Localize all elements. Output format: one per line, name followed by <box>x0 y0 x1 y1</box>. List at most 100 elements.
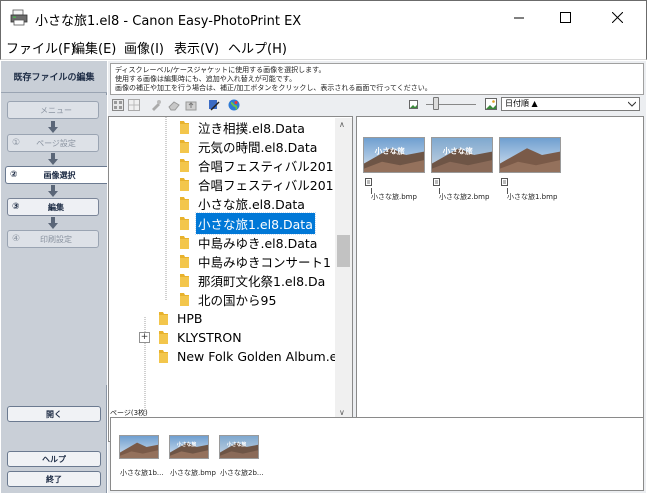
close-icon <box>611 12 623 23</box>
tool-icon[interactable] <box>150 99 162 111</box>
workflow-steps: メニュー ① ページ設定 ② 画像選択 ③ 編集 ④ 印刷設定 <box>1 95 107 385</box>
image-thumbnail[interactable] <box>499 137 561 173</box>
svg-text:小さな旅: 小さな旅 <box>443 145 473 155</box>
step-number: ② <box>10 170 18 180</box>
tree-item[interactable]: 中島みゆき.el8.Data <box>179 233 319 252</box>
tree-item[interactable]: 那須町文化祭1.el8.Da <box>179 271 327 290</box>
folder-icon <box>180 197 189 211</box>
folder-icon <box>180 254 189 268</box>
expand-icon[interactable]: + <box>139 332 150 344</box>
tree-item[interactable]: 元気の時間.el8.Data <box>179 137 319 156</box>
globe-icon[interactable] <box>228 99 240 111</box>
window-title: 小さな旅1.el8 - Canon Easy-PhotoPrint EX <box>35 14 302 29</box>
exit-button[interactable]: 終了 <box>7 471 101 487</box>
sort-order-select[interactable]: 日付順 ▲ <box>501 97 640 111</box>
tree-item[interactable]: 合唱フェスティバル201 <box>179 156 336 175</box>
step-label: ページ設定 <box>36 138 76 148</box>
scroll-up-icon[interactable]: ∧ <box>339 120 345 129</box>
image-thumbnail[interactable]: 小さな旅 <box>363 137 425 173</box>
chevron-down-icon <box>628 101 636 107</box>
tree-item[interactable]: 小さな旅1.el8.Data <box>179 211 316 235</box>
tree-item-label: 小さな旅.el8.Data <box>198 197 305 213</box>
menu-view[interactable]: 表示(V) <box>174 38 219 57</box>
zoom-slider-thumb[interactable] <box>433 97 439 110</box>
tree-item[interactable]: New Folk Golden Album.el <box>158 347 343 366</box>
maximize-icon <box>559 12 571 23</box>
instruction-line: 使用する画像は編集時にも、追加や入れ替えが可能です。 <box>115 75 297 83</box>
page-thumbnail[interactable] <box>119 435 159 459</box>
folder-tree: 泣き相撲.el8.Data 元気の時間.el8.Data 合唱フェスティバル201 合… <box>108 116 353 442</box>
tree-item[interactable]: 小さな旅.el8.Data <box>179 194 307 213</box>
folder-icon <box>180 178 189 192</box>
small-image-icon <box>409 100 418 109</box>
tree-item-label: 合唱フェスティバル201 <box>198 159 334 175</box>
open-button[interactable]: 開く <box>7 406 101 422</box>
title-bar: 小さな旅1.el8 - Canon Easy-PhotoPrint EX <box>0 0 647 34</box>
instructions-box: ディスクレーベル/ケースジャケットに使用する画像を選択します。 使用する画像は編… <box>110 63 644 95</box>
help-button[interactable]: ヘルプ <box>7 451 101 467</box>
thumbnail-label: 小さな旅2.bmp <box>439 193 490 201</box>
view-details-icon[interactable] <box>112 99 124 111</box>
sidebar-header: 既存ファイルの編集 <box>1 61 107 93</box>
tree-item[interactable]: 中島みゆきコンサート1 <box>179 252 333 271</box>
step-menu-button[interactable]: メニュー <box>7 101 99 119</box>
page-thumbnail[interactable]: 小さな旅 <box>219 435 259 459</box>
image-info-icon <box>433 178 440 186</box>
media-icon[interactable] <box>208 99 220 111</box>
step-number: ③ <box>12 202 20 212</box>
arrow-down-icon <box>48 185 58 197</box>
minimize-icon <box>513 17 524 19</box>
close-button[interactable] <box>588 1 646 34</box>
instruction-line: 画像の補正や加工を行う場合は、補正/加工ボタンをクリックし、表示される画面で行っ… <box>115 84 432 92</box>
sort-order-value: 日付順 ▲ <box>505 99 538 108</box>
step-image-select-button[interactable]: ② 画像選択 <box>5 166 107 184</box>
menu-file[interactable]: ファイル(F) <box>6 38 76 57</box>
image-thumbnail[interactable]: 小さな旅 <box>431 137 493 173</box>
page-thumbnail[interactable]: 小さな旅 <box>169 435 209 459</box>
image-info-icon <box>365 178 372 186</box>
menu-image[interactable]: 画像(I) <box>124 38 164 57</box>
maximize-button[interactable] <box>542 1 588 34</box>
tree-item[interactable]: 泣き相撲.el8.Data <box>179 118 307 137</box>
eraser-icon[interactable] <box>168 99 180 111</box>
folder-icon <box>159 331 168 345</box>
tree-item-label: 小さな旅1.el8.Data <box>195 211 316 235</box>
folder-icon <box>180 140 189 154</box>
tree-item-label: 中島みゆき.el8.Data <box>198 235 318 251</box>
folder-icon <box>180 216 189 230</box>
step-label: 画像選択 <box>43 170 76 180</box>
tree-item[interactable]: 合唱フェスティバル201 <box>179 175 336 194</box>
minimize-button[interactable] <box>496 1 542 34</box>
tree-item-label: New Folk Golden Album.el <box>177 349 341 365</box>
image-info-icon <box>501 178 508 186</box>
folder-up-icon[interactable] <box>185 99 197 111</box>
menu-help[interactable]: ヘルプ(H) <box>228 38 287 57</box>
menu-edit[interactable]: 編集(E) <box>72 38 116 57</box>
app-printer-icon <box>10 9 28 26</box>
arrow-down-icon <box>48 153 58 165</box>
step-label: メニュー <box>40 105 72 115</box>
tree-item[interactable]: 北の国から95 <box>179 290 278 309</box>
step-label: 編集 <box>48 202 64 212</box>
step-edit-button[interactable]: ③ 編集 <box>7 198 99 216</box>
folder-icon <box>159 312 168 325</box>
step-print-settings-button[interactable]: ④ 印刷設定 <box>7 230 99 248</box>
tree-item[interactable]: HPB <box>158 309 205 328</box>
main-area: ディスクレーベル/ケースジャケットに使用する画像を選択します。 使用する画像は編… <box>108 61 646 493</box>
tree-item-label: 北の国から95 <box>198 292 277 308</box>
step-number: ① <box>12 138 21 148</box>
tree-item[interactable]: KLYSTRON <box>158 328 244 347</box>
svg-text:小さな旅: 小さな旅 <box>176 441 196 448</box>
toolbar: 日付順 ▲ <box>108 97 646 115</box>
step-page-setup-button[interactable]: ① ページ設定 <box>7 134 99 152</box>
vertical-scroll-thumb[interactable] <box>337 235 350 267</box>
svg-text:小さな旅: 小さな旅 <box>375 145 405 155</box>
page-strip: 小さな旅1b... 小さな旅 小さな旅.bmp 小さな旅 小さな旅2b... <box>110 417 644 491</box>
folder-icon <box>180 159 189 173</box>
folder-icon <box>180 121 189 134</box>
instruction-line: ディスクレーベル/ケースジャケットに使用する画像を選択します。 <box>115 66 326 74</box>
tree-vertical-scrollbar[interactable]: ∧ ∨ <box>335 118 352 422</box>
scroll-down-icon[interactable]: ∨ <box>339 408 345 417</box>
arrow-down-icon <box>48 121 58 133</box>
view-thumbnails-icon[interactable] <box>128 99 140 111</box>
